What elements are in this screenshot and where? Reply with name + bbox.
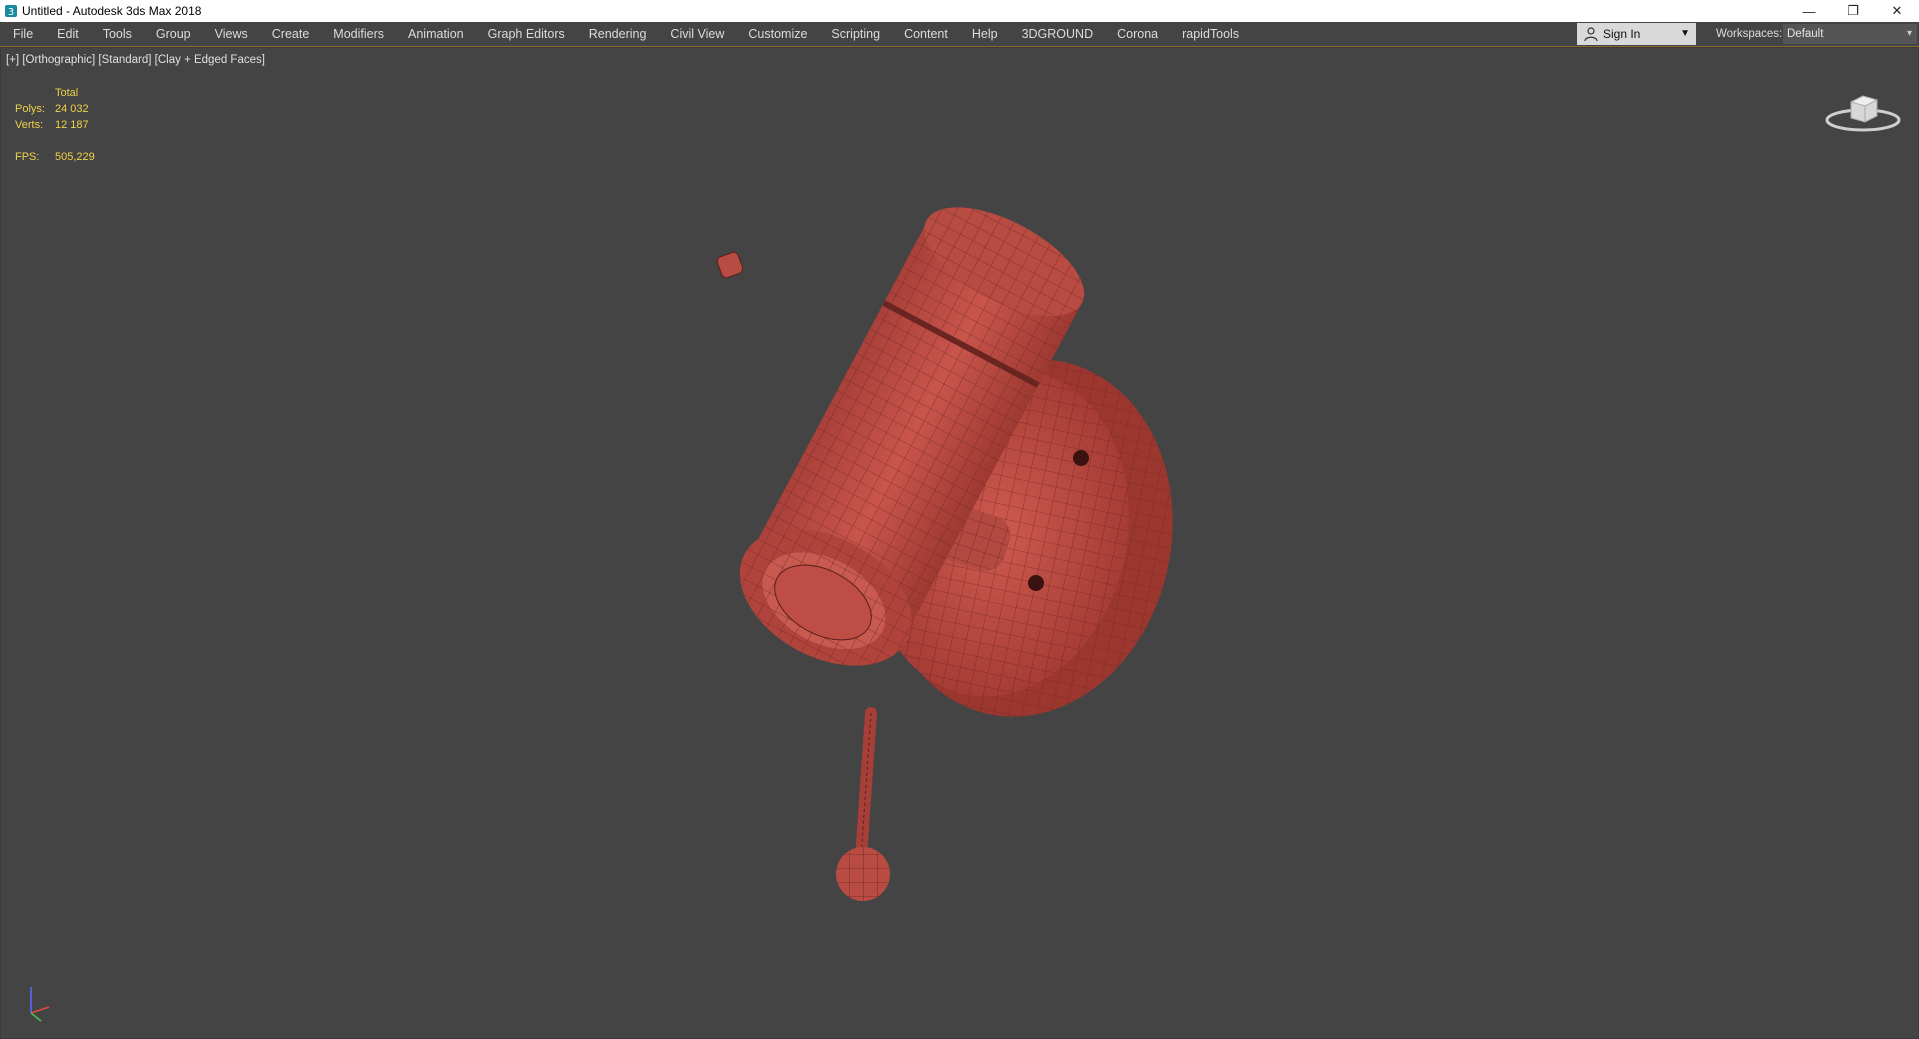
verts-label: Verts: — [15, 119, 44, 131]
stats-header: Total — [55, 87, 79, 99]
svg-text:3: 3 — [8, 7, 14, 18]
menu-3dground[interactable]: 3DGROUND — [1010, 22, 1106, 46]
close-button[interactable]: ✕ — [1875, 0, 1919, 22]
menu-group[interactable]: Group — [144, 22, 203, 46]
menu-customize[interactable]: Customize — [736, 22, 819, 46]
viewport-statistics: Total Polys: 24 032 Verts: 12 187 FPS: 505,… — [15, 85, 95, 165]
menu-rapidtools[interactable]: rapidTools — [1170, 22, 1251, 46]
window-controls: — ❐ ✕ — [1787, 0, 1919, 22]
workspaces-label: Workspaces: — [1716, 28, 1783, 40]
sign-in-label: Sign In — [1603, 27, 1641, 41]
menu-file[interactable]: File — [0, 22, 45, 46]
viewport-display-mode-menu[interactable]: [Clay + Edged Faces] — [155, 54, 265, 66]
menu-tools[interactable]: Tools — [91, 22, 144, 46]
menu-edit[interactable]: Edit — [45, 22, 91, 46]
viewport-shading-standard-menu[interactable]: [Standard] — [98, 54, 151, 66]
menu-content[interactable]: Content — [892, 22, 960, 46]
polys-value: 24 032 — [55, 103, 89, 115]
polys-label: Polys: — [15, 103, 45, 115]
verts-value: 12 187 — [55, 119, 89, 131]
menu-bar: File Edit Tools Group Views Create Modif… — [0, 22, 1919, 47]
menu-modifiers[interactable]: Modifiers — [321, 22, 396, 46]
workspaces-select[interactable]: Default ▾ — [1783, 24, 1917, 44]
chevron-down-icon: ▾ — [1906, 28, 1912, 39]
user-icon — [1583, 26, 1599, 42]
sign-in-button[interactable]: Sign In ▼ — [1577, 23, 1696, 45]
window-title: Untitled - Autodesk 3ds Max 2018 — [22, 4, 202, 18]
menu-create[interactable]: Create — [260, 22, 322, 46]
minimize-button[interactable]: — — [1787, 0, 1831, 22]
dropdown-arrow-icon[interactable]: ▼ — [1680, 28, 1690, 39]
viewport-plus-menu[interactable]: [+] — [6, 54, 19, 66]
menu-civil-view[interactable]: Civil View — [658, 22, 736, 46]
menu-scripting[interactable]: Scripting — [819, 22, 892, 46]
top-knob — [716, 251, 744, 279]
viewport[interactable]: [+] [Orthographic] [Standard] [Clay + Ed… — [0, 47, 1919, 1039]
menu-help[interactable]: Help — [960, 22, 1010, 46]
title-bar: 3 Untitled - Autodesk 3ds Max 2018 — ❐ ✕ — [0, 0, 1919, 22]
axis-gizmo-icon — [30, 987, 50, 1022]
restore-button[interactable]: ❐ — [1831, 0, 1875, 22]
fps-value: 505,229 — [55, 151, 95, 163]
workspaces-value: Default — [1787, 28, 1824, 40]
menu-corona[interactable]: Corona — [1105, 22, 1170, 46]
menu-rendering[interactable]: Rendering — [577, 22, 659, 46]
lamp-model[interactable] — [681, 168, 1361, 948]
viewcube-icon[interactable] — [1823, 80, 1903, 140]
menu-animation[interactable]: Animation — [396, 22, 476, 46]
menu-views[interactable]: Views — [203, 22, 260, 46]
fps-label: FPS: — [15, 151, 40, 163]
menu-graph-editors[interactable]: Graph Editors — [476, 22, 577, 46]
pull-rod — [836, 707, 890, 901]
viewport-label: [+] [Orthographic] [Standard] [Clay + Ed… — [6, 54, 265, 66]
app-icon[interactable]: 3 — [4, 4, 18, 18]
viewport-pov-menu[interactable]: [Orthographic] — [22, 54, 95, 66]
